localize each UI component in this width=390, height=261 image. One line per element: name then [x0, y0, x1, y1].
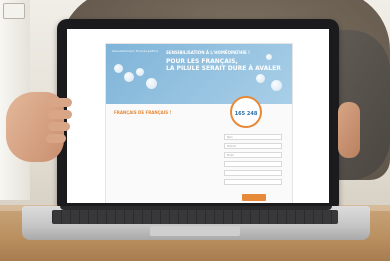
hero-kicker: SENSIBILISATION À L'HOMÉOPATHIE !: [166, 50, 250, 55]
laptop-screen: Sensiblement Homéopathie SENSIBILISATION…: [67, 29, 329, 203]
form-field[interactable]: [224, 161, 282, 167]
photo-scene: Sensiblement Homéopathie SENSIBILISATION…: [0, 0, 390, 261]
pill-graphic: [114, 64, 123, 73]
signup-form: Nom Prénom Email: [224, 134, 282, 202]
corner-badge: [3, 3, 25, 19]
counter-value: 165 248: [234, 111, 258, 117]
finger: [46, 134, 66, 143]
submit-button[interactable]: [242, 194, 266, 201]
finger: [48, 122, 70, 131]
counter-badge: 165 248: [230, 96, 262, 128]
laptop-keyboard: [52, 210, 338, 224]
pill-graphic: [146, 78, 157, 89]
form-field-nom[interactable]: Nom: [224, 134, 282, 140]
laptop-trackpad: [150, 226, 240, 236]
form-field[interactable]: [224, 170, 282, 176]
form-field[interactable]: [224, 179, 282, 185]
right-hand: [338, 102, 360, 158]
brand-logo: Sensiblement Homéopathie: [112, 49, 159, 53]
pill-graphic: [271, 80, 282, 91]
pill-graphic: [266, 54, 272, 60]
section-title: FRANÇAIS DE FRANÇAIS !: [114, 110, 172, 115]
left-hand: [6, 92, 72, 162]
hero-banner: Sensiblement Homéopathie SENSIBILISATION…: [106, 44, 292, 104]
headline-line-2: LA PILULE SERAIT DURE À AVALER: [166, 65, 281, 72]
form-field-prenom[interactable]: Prénom: [224, 143, 282, 149]
hero-headline: POUR LES FRANÇAIS, LA PILULE SERAIT DURE…: [166, 58, 286, 72]
pill-graphic: [256, 74, 265, 83]
finger: [46, 98, 72, 107]
finger: [48, 110, 72, 119]
pill-graphic: [136, 68, 144, 76]
form-field-email[interactable]: Email: [224, 152, 282, 158]
pill-graphic: [124, 72, 134, 82]
web-page: Sensiblement Homéopathie SENSIBILISATION…: [105, 43, 293, 203]
